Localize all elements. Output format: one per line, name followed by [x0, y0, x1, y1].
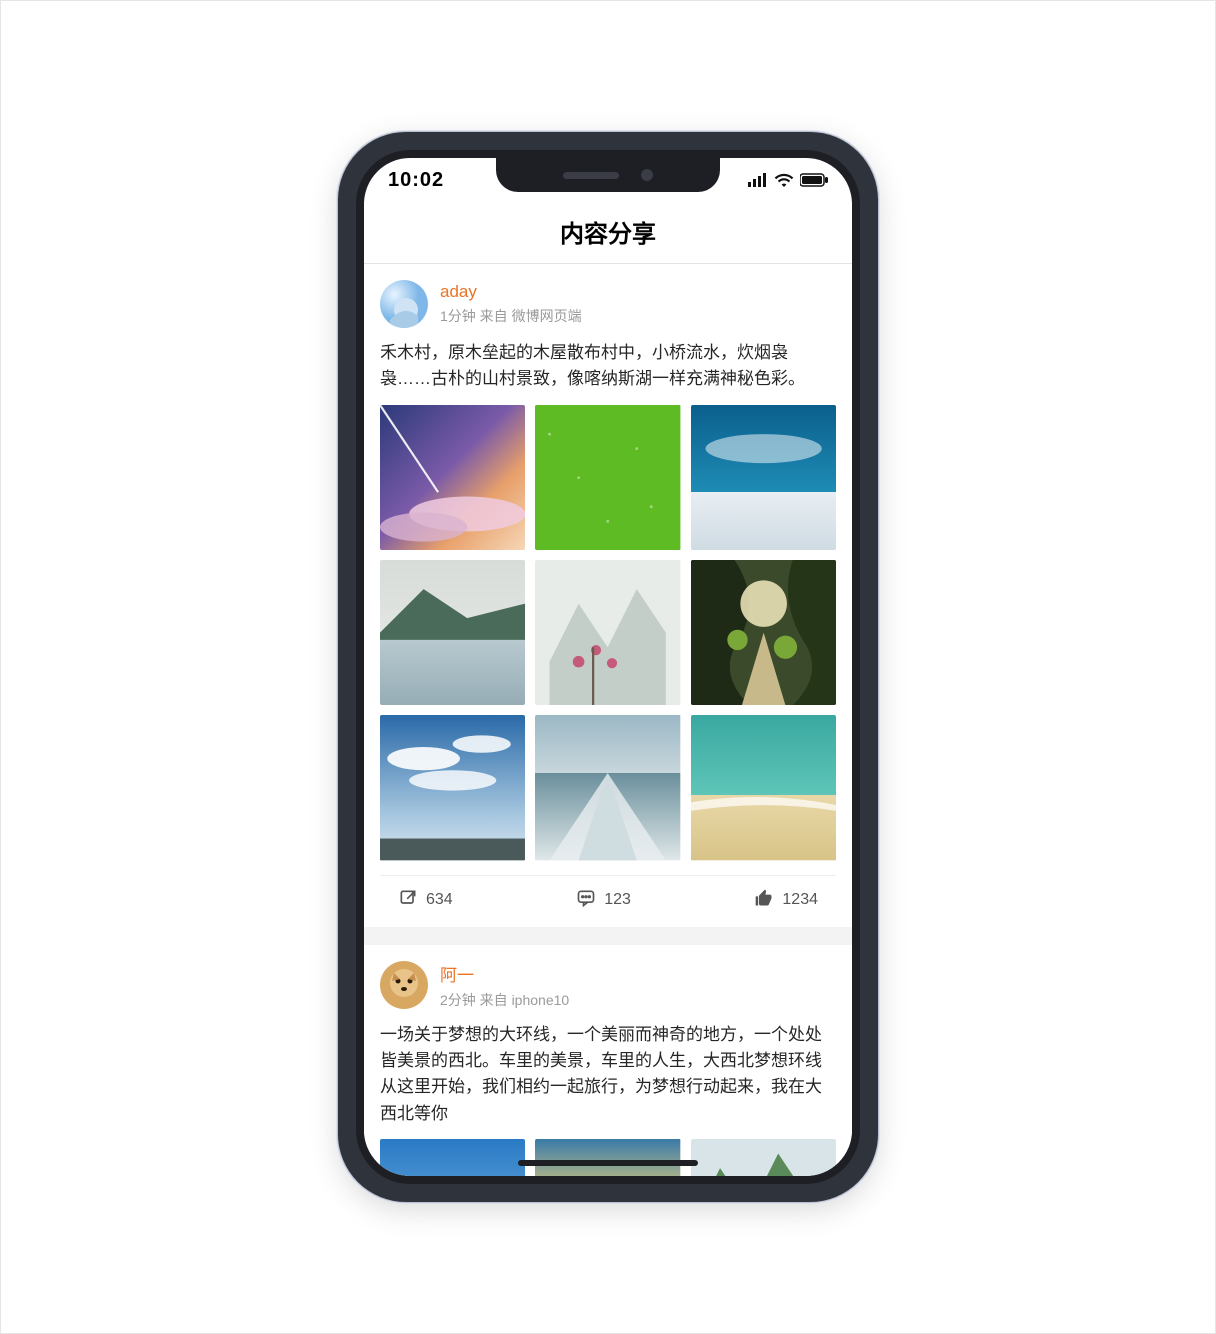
- action-bar: 634 123 1234: [380, 875, 836, 927]
- page-title: 内容分享: [364, 202, 852, 264]
- device-frame: 10:02 内容分享: [338, 132, 878, 1202]
- battery-icon: [800, 173, 828, 187]
- avatar[interactable]: [380, 280, 428, 328]
- image-tile[interactable]: [380, 560, 525, 705]
- device-notch: [496, 158, 720, 192]
- feed: aday 1分钟 来自 微博网页端 禾木村，原木垒起的木屋散布村中，小桥流水，炊…: [364, 264, 852, 1176]
- image-tile[interactable]: [691, 715, 836, 860]
- image-tile[interactable]: [691, 560, 836, 705]
- share-button[interactable]: 634: [398, 888, 453, 913]
- image-tile[interactable]: [380, 405, 525, 550]
- scroll-view[interactable]: 内容分享 aday 1分钟 来自 微博网页端 禾木村，原木垒起的木屋散布村中，小…: [364, 158, 852, 1176]
- like-icon: [754, 888, 774, 913]
- share-count: 634: [426, 891, 453, 909]
- image-grid: [380, 405, 836, 861]
- image-grid: [380, 1139, 836, 1176]
- like-count: 1234: [782, 891, 818, 909]
- image-tile[interactable]: [380, 1139, 525, 1176]
- status-time: 10:02: [388, 169, 444, 192]
- author-row: 阿一 2分钟 来自 iphone10: [380, 961, 836, 1010]
- image-tile[interactable]: [535, 1139, 680, 1176]
- post-card: aday 1分钟 来自 微博网页端 禾木村，原木垒起的木屋散布村中，小桥流水，炊…: [364, 264, 852, 927]
- like-button[interactable]: 1234: [754, 888, 818, 913]
- home-indicator: [518, 1160, 698, 1166]
- image-tile[interactable]: [535, 405, 680, 550]
- post-card: 阿一 2分钟 来自 iphone10 一场关于梦想的大环线，一个美丽而神奇的地方…: [364, 945, 852, 1176]
- image-tile[interactable]: [535, 560, 680, 705]
- wifi-icon: [774, 173, 794, 187]
- avatar[interactable]: [380, 961, 428, 1009]
- device-screen: 10:02 内容分享: [356, 150, 860, 1184]
- image-tile[interactable]: [535, 715, 680, 860]
- author-name[interactable]: aday: [440, 282, 582, 302]
- image-tile[interactable]: [691, 405, 836, 550]
- signal-icon: [748, 173, 768, 187]
- share-icon: [398, 888, 418, 913]
- post-text: 禾木村，原木垒起的木屋散布村中，小桥流水，炊烟袅袅……古朴的山村景致，像喀纳斯湖…: [380, 340, 836, 393]
- post-time: 1分钟 来自 微博网页端: [440, 306, 582, 326]
- status-icons: [748, 173, 828, 187]
- image-tile[interactable]: [691, 1139, 836, 1176]
- comment-icon: [576, 888, 596, 913]
- author-row: aday 1分钟 来自 微博网页端: [380, 280, 836, 328]
- comment-button[interactable]: 123: [576, 888, 631, 913]
- image-tile[interactable]: [380, 715, 525, 860]
- post-text: 一场关于梦想的大环线，一个美丽而神奇的地方，一个处处皆美景的西北。车里的美景，车…: [380, 1022, 836, 1127]
- author-name[interactable]: 阿一: [440, 961, 569, 986]
- post-time: 2分钟 来自 iphone10: [440, 990, 569, 1010]
- comment-count: 123: [604, 891, 631, 909]
